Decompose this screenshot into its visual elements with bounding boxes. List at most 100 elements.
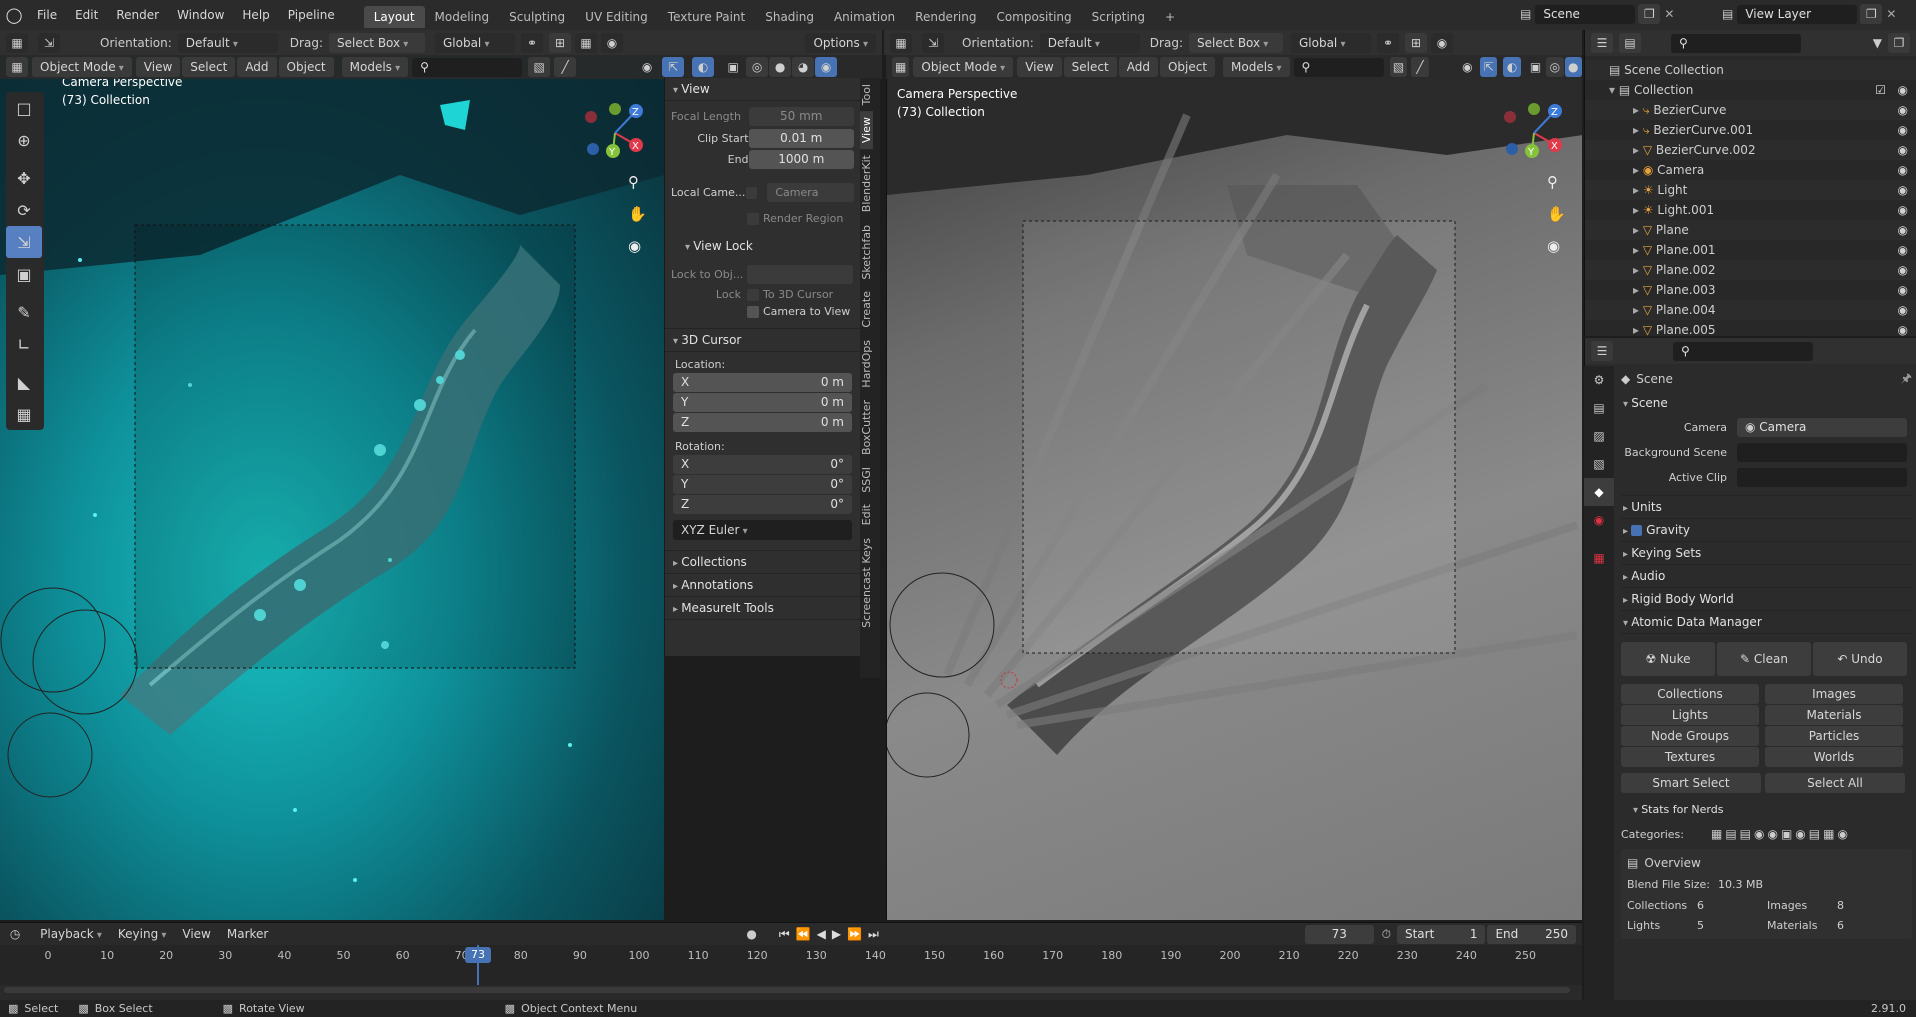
tab-texture-paint[interactable]: Texture Paint bbox=[658, 6, 755, 28]
view-lock-title[interactable]: View Lock bbox=[665, 235, 860, 257]
render-tab-icon[interactable]: ▤ bbox=[1584, 394, 1614, 422]
right-camera-view-icon[interactable]: ◉ bbox=[1547, 237, 1560, 255]
record-icon[interactable]: ● bbox=[746, 927, 756, 941]
world-tab-icon[interactable]: ◉ bbox=[1584, 506, 1614, 534]
outliner-row[interactable]: ▸ ▽ Plane.002 ◉ bbox=[1585, 260, 1916, 280]
right-pivot-icon[interactable]: ⚭ bbox=[1376, 32, 1399, 53]
left-menu-add[interactable]: Add bbox=[237, 57, 277, 77]
tab-rendering[interactable]: Rendering bbox=[905, 6, 986, 28]
tab-shading[interactable]: Shading bbox=[755, 6, 824, 28]
render-region-checkbox[interactable] bbox=[747, 212, 759, 225]
right-snap-toggle-icon[interactable]: ╱ bbox=[1411, 57, 1429, 77]
view-layer-selector[interactable]: ▤ View Layer ❐ ✕ bbox=[1722, 4, 1896, 24]
scene-panel-title[interactable]: Scene bbox=[1621, 392, 1912, 414]
scene-tab-icon[interactable]: ◆ bbox=[1584, 478, 1614, 506]
undo-button[interactable]: ↶ Undo bbox=[1813, 642, 1907, 676]
clip-end-field[interactable]: 1000 m bbox=[748, 150, 854, 169]
transform-tool-icon[interactable]: ▣ bbox=[6, 258, 42, 290]
new-collection-icon[interactable]: ❐ bbox=[1888, 33, 1910, 53]
eye-icon[interactable]: ◉ bbox=[1898, 140, 1908, 160]
to-3d-cursor-checkbox[interactable] bbox=[747, 288, 759, 301]
annotations-panel[interactable]: Annotations bbox=[665, 574, 860, 597]
outliner-row[interactable]: ▸ ▽ BezierCurve.002 ◉ bbox=[1585, 140, 1916, 160]
menu-file[interactable]: File bbox=[28, 0, 66, 30]
right-3d-viewport[interactable]: Camera Perspective (73) Collection X Y Z… bbox=[886, 55, 1582, 920]
display-mode-icon[interactable]: ▤ bbox=[1619, 33, 1641, 53]
visibility-icon[interactable]: ◉ bbox=[636, 57, 658, 77]
new-scene-icon[interactable]: ❐ bbox=[1638, 4, 1661, 24]
options-dropdown[interactable]: Options bbox=[805, 32, 876, 53]
current-frame-field[interactable]: 73 bbox=[1304, 924, 1374, 944]
gizmo-icon[interactable]: ⇱ bbox=[662, 57, 685, 77]
timeline-track[interactable]: 0 10 20 30 40 50 60 70 80 90 100 110 120 130 140 150 160… bbox=[0, 945, 1582, 985]
active-clip-field[interactable] bbox=[1737, 468, 1907, 487]
tab-blenderkit[interactable]: BlenderKit bbox=[860, 149, 873, 218]
orientation-dropdown[interactable]: Default bbox=[177, 32, 278, 53]
pin-icon[interactable]: 🖈 bbox=[1901, 369, 1912, 390]
zoom-icon[interactable]: ⚲ bbox=[628, 173, 639, 191]
jump-start-icon[interactable]: ⏮ bbox=[779, 927, 796, 941]
tab-hardops[interactable]: HardOps bbox=[860, 334, 873, 394]
left-3d-viewport[interactable]: Camera Perspective (73) Collection X Y Z… bbox=[0, 55, 664, 920]
eye-icon[interactable]: ◉ bbox=[1898, 260, 1908, 280]
outliner-row[interactable]: ▸ ☀ Light.001 ◉ bbox=[1585, 200, 1916, 220]
select-box-tool-icon[interactable]: □ bbox=[6, 92, 42, 124]
rigid-body-world-panel[interactable]: Rigid Body World bbox=[1621, 588, 1912, 611]
eye-icon[interactable]: ◉ bbox=[1898, 80, 1908, 100]
properties-search-input[interactable]: ⚲ bbox=[1673, 341, 1813, 361]
right-orientation-dropdown[interactable]: Default bbox=[1039, 32, 1140, 53]
gravity-checkbox[interactable] bbox=[1631, 525, 1643, 536]
blender-logo-icon[interactable]: ◯ bbox=[0, 6, 28, 24]
right-zoom-icon[interactable]: ⚲ bbox=[1547, 173, 1558, 191]
playback-menu[interactable]: Playback bbox=[32, 924, 110, 944]
tab-edit[interactable]: Edit bbox=[860, 498, 873, 531]
right-solid-icon[interactable]: ● bbox=[1564, 57, 1582, 77]
outliner-row[interactable]: ▸ ⤷ BezierCurve.001 ◉ bbox=[1585, 120, 1916, 140]
add-workspace-button[interactable]: + bbox=[1155, 6, 1185, 28]
rotation-x-field[interactable]: X 0° bbox=[673, 455, 852, 474]
outliner-row[interactable]: ▸ ☀ Light ◉ bbox=[1585, 180, 1916, 200]
tab-layout[interactable]: Layout bbox=[363, 6, 425, 28]
jump-end-icon[interactable]: ⏭ bbox=[868, 927, 885, 941]
cursor-tool-icon[interactable]: ⊕ bbox=[6, 124, 42, 156]
timeline-scrollbar[interactable] bbox=[4, 987, 1570, 993]
play-icon[interactable]: ▶ bbox=[832, 927, 847, 941]
location-z-field[interactable]: Z 0 m bbox=[673, 413, 852, 432]
pivot-icon[interactable]: ⚭ bbox=[520, 32, 543, 53]
timeline-editor-icon[interactable]: ◷ bbox=[6, 924, 25, 944]
right-gizmo-icon[interactable]: ⇱ bbox=[1480, 57, 1498, 77]
select-all-button[interactable]: Select All bbox=[1765, 773, 1905, 793]
right-wireframe-icon[interactable]: ◎ bbox=[1546, 57, 1564, 77]
remove-scene-icon[interactable]: ✕ bbox=[1664, 7, 1674, 21]
overlays-icon[interactable]: ◐ bbox=[692, 57, 715, 77]
rotate-tool-icon[interactable]: ⟳ bbox=[6, 194, 42, 226]
right-visibility-icon[interactable]: ◉ bbox=[1459, 57, 1476, 77]
location-y-field[interactable]: Y 0 m bbox=[673, 393, 852, 412]
category-icons[interactable]: ▦▤▤◉◉▣◉▤▦◉ bbox=[1711, 827, 1851, 841]
tab-ssgi[interactable]: SSGI bbox=[860, 461, 873, 499]
images-data-button[interactable]: Images bbox=[1765, 684, 1903, 704]
clean-button[interactable]: ✎ Clean bbox=[1717, 642, 1811, 676]
add-tool-icon[interactable]: ◣ bbox=[6, 366, 42, 398]
proportional-edit-icon[interactable]: ◉ bbox=[600, 32, 623, 53]
right-menu-select[interactable]: Select bbox=[1063, 57, 1117, 77]
tab-modeling[interactable]: Modeling bbox=[425, 6, 500, 28]
eye-icon[interactable]: ◉ bbox=[1898, 200, 1908, 220]
view-layer-field[interactable]: View Layer bbox=[1737, 4, 1858, 24]
marker-menu[interactable]: Marker bbox=[219, 924, 276, 944]
exclude-checkbox-icon[interactable]: ☑ bbox=[1875, 80, 1886, 100]
units-panel[interactable]: Units bbox=[1621, 495, 1912, 519]
left-navigation-gizmo[interactable]: X Y Z bbox=[580, 95, 650, 165]
pan-hand-icon[interactable]: ✋ bbox=[628, 205, 647, 223]
stopwatch-icon[interactable]: ⏱ bbox=[1382, 927, 1391, 942]
textures-data-button[interactable]: Textures bbox=[1621, 747, 1759, 767]
prev-keyframe-icon[interactable]: ⏪ bbox=[796, 927, 817, 941]
new-view-layer-icon[interactable]: ❐ bbox=[1860, 4, 1883, 24]
wireframe-shading-icon[interactable]: ◎ bbox=[746, 57, 769, 77]
cube-tool-icon[interactable]: ▦ bbox=[6, 398, 42, 430]
eye-icon[interactable]: ◉ bbox=[1898, 300, 1908, 320]
atomic-data-manager-panel[interactable]: Atomic Data Manager bbox=[1621, 611, 1912, 634]
properties-editor-icon[interactable]: ☰ bbox=[1591, 341, 1613, 361]
start-frame-field[interactable]: Start 1 bbox=[1396, 924, 1486, 944]
snap-icon[interactable]: ⊞ bbox=[548, 32, 571, 53]
